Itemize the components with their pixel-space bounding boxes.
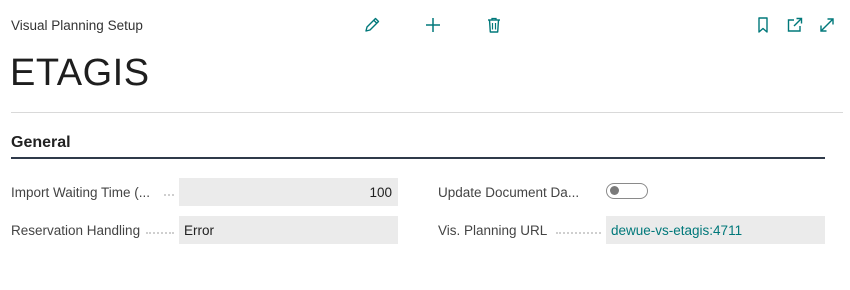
expand-button[interactable] bbox=[817, 14, 837, 36]
trash-icon bbox=[488, 17, 500, 33]
field-leader-dots bbox=[164, 193, 174, 196]
expand-icon bbox=[820, 18, 834, 32]
section-general-header[interactable]: General bbox=[11, 134, 71, 152]
bookmark-icon bbox=[758, 17, 768, 33]
update-document-date-label: Update Document Da... bbox=[438, 185, 580, 200]
field-leader-dots bbox=[556, 231, 601, 234]
import-waiting-time-input[interactable]: 100 bbox=[179, 178, 398, 206]
open-new-window-icon bbox=[787, 17, 803, 32]
pencil-icon bbox=[365, 17, 380, 32]
plus-icon bbox=[426, 18, 440, 32]
page-title: ETAGIS bbox=[10, 52, 150, 94]
reservation-handling-label: Reservation Handling bbox=[11, 223, 141, 238]
field-leader-dots bbox=[146, 231, 174, 234]
open-new-window-button[interactable] bbox=[785, 14, 805, 36]
vis-planning-url-label: Vis. Planning URL bbox=[438, 223, 548, 238]
edit-button[interactable] bbox=[361, 14, 383, 36]
page-caption: Visual Planning Setup bbox=[11, 18, 143, 33]
bookmark-button[interactable] bbox=[753, 14, 773, 36]
toggle-knob bbox=[610, 186, 619, 195]
import-waiting-time-label: Import Waiting Time (... bbox=[11, 185, 151, 200]
title-divider bbox=[11, 112, 843, 113]
section-underline bbox=[11, 157, 825, 159]
update-document-date-toggle[interactable] bbox=[606, 183, 648, 199]
delete-button[interactable] bbox=[483, 14, 505, 36]
new-button[interactable] bbox=[422, 14, 444, 36]
vis-planning-url-link[interactable]: dewue-vs-etagis:4711 bbox=[606, 216, 825, 244]
reservation-handling-input[interactable]: Error bbox=[179, 216, 398, 244]
